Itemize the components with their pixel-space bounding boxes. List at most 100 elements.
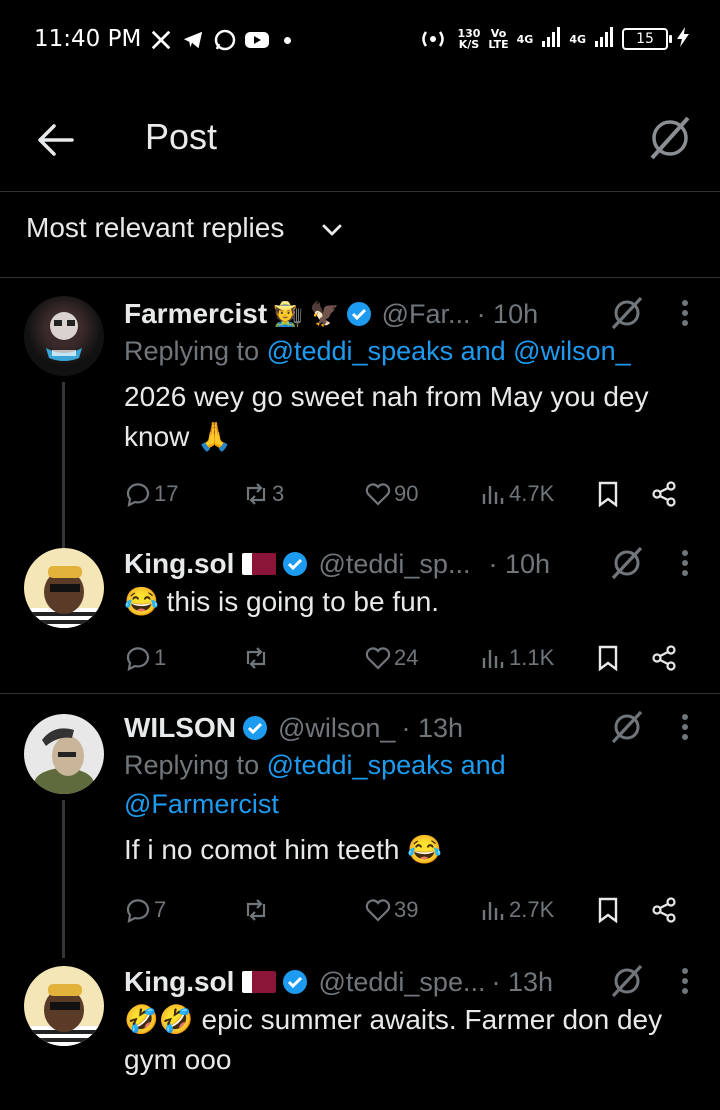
repost-icon: [246, 899, 266, 921]
replying-to: Replying to @teddi_speaks and @Farmercist: [124, 750, 506, 819]
like-button[interactable]: 39: [364, 890, 418, 930]
reply-button[interactable]: 1: [124, 638, 166, 678]
verified-icon: [346, 302, 371, 326]
repost-button[interactable]: [242, 890, 272, 930]
grok-icon[interactable]: [608, 546, 646, 580]
view-count: 1.1K: [509, 645, 555, 670]
share-icon: [652, 481, 676, 507]
mention-link[interactable]: @teddi_speaks and: [267, 750, 506, 780]
share-button[interactable]: [650, 638, 678, 678]
repost-icon: [246, 647, 266, 669]
user-handle[interactable]: @wilson_: [278, 713, 395, 744]
share-button[interactable]: [650, 474, 678, 514]
reply-button[interactable]: 7: [124, 890, 166, 930]
post-meta: Farmercist 🧑‍🌾 🦅 @Far... · 10h: [124, 296, 690, 332]
verified-icon: [283, 970, 308, 994]
top-bar: Post: [0, 86, 720, 192]
grok-icon[interactable]: [646, 114, 694, 162]
share-icon: [652, 897, 676, 923]
name-emojis: 🧑‍🌾 🦅: [273, 300, 340, 328]
reply-post[interactable]: King.sol @teddi_spe... · 13h 🤣🤣 epic sum…: [0, 954, 720, 1110]
signal-icon-1: [541, 26, 561, 52]
like-button[interactable]: 90: [364, 474, 418, 514]
action-bar: 1 24 1.1K: [124, 638, 680, 678]
views-button[interactable]: 1.1K: [479, 638, 554, 678]
verified-icon: [243, 716, 267, 740]
charging-icon: [676, 26, 690, 52]
signal-icon-2: [594, 26, 614, 52]
reply-post[interactable]: King.sol @teddi_sp... · 10h 😂 this is go…: [0, 538, 720, 693]
bookmark-icon: [598, 481, 618, 508]
user-handle[interactable]: @Far...: [382, 299, 471, 330]
like-count: 90: [394, 481, 419, 506]
display-name[interactable]: WILSON: [124, 712, 236, 744]
reply-count: 17: [154, 481, 179, 506]
chevron-down-icon: [320, 218, 344, 242]
like-icon: [365, 483, 391, 506]
display-name[interactable]: King.sol: [124, 966, 234, 998]
status-bar: 11:40 PM 130 K/S Vo LTE 4G 4G 15: [0, 0, 720, 80]
reply-icon: [126, 483, 150, 507]
sort-selector[interactable]: Most relevant replies: [0, 192, 720, 278]
repost-icon: [246, 483, 266, 505]
avatar[interactable]: [24, 548, 104, 628]
bookmark-button[interactable]: [594, 638, 622, 678]
reply-icon: [126, 647, 150, 671]
status-time: 11:40 PM: [34, 26, 142, 52]
post-body: King.sol @teddi_sp... · 10h 😂 this is go…: [124, 546, 690, 622]
post-text: 🤣🤣 epic summer awaits. Farmer don dey gy…: [124, 1004, 663, 1075]
post-text: 2026 wey go sweet nah from May you dey k…: [124, 381, 649, 452]
views-button[interactable]: 2.7K: [479, 890, 554, 930]
post-time[interactable]: · 13h: [401, 713, 463, 744]
share-button[interactable]: [650, 890, 678, 930]
mention-link[interactable]: @teddi_speaks and @wilson_: [267, 336, 631, 366]
more-icon[interactable]: [680, 548, 690, 578]
views-button[interactable]: 4.7K: [479, 474, 554, 514]
grok-icon[interactable]: [608, 296, 646, 330]
bookmark-button[interactable]: [594, 474, 622, 514]
grok-icon[interactable]: [608, 964, 646, 998]
views-icon: [482, 902, 504, 920]
like-button[interactable]: 24: [364, 638, 418, 678]
volte-badge: Vo LTE: [488, 27, 509, 51]
display-name[interactable]: Farmercist: [124, 298, 267, 330]
repost-button[interactable]: [242, 638, 272, 678]
net-speed: 130 K/S: [457, 27, 481, 51]
like-icon: [365, 647, 391, 670]
like-icon: [365, 899, 391, 922]
more-icon[interactable]: [680, 966, 690, 996]
more-icon[interactable]: [680, 298, 690, 328]
reply-post[interactable]: WILSON @wilson_ · 13h Replying to @teddi…: [0, 694, 720, 958]
post-meta: King.sol @teddi_sp... · 10h: [124, 546, 690, 582]
network-type-1: 4G: [516, 32, 534, 46]
verified-icon: [283, 552, 308, 576]
notification-icons: [148, 28, 291, 52]
back-arrow-icon[interactable]: [34, 118, 78, 162]
repost-count: 3: [272, 481, 285, 506]
repost-button[interactable]: 3: [242, 474, 284, 514]
grok-icon[interactable]: [608, 710, 646, 744]
post-body: King.sol @teddi_spe... · 13h 🤣🤣 epic sum…: [124, 964, 690, 1080]
x-app-icon: [148, 28, 174, 52]
display-name[interactable]: King.sol: [124, 548, 234, 580]
page-title: Post: [145, 116, 218, 157]
views-icon: [482, 650, 504, 668]
post-time[interactable]: · 10h: [477, 299, 539, 330]
avatar[interactable]: [24, 296, 104, 376]
mention-link[interactable]: @Farmercist: [124, 789, 279, 819]
reply-button[interactable]: 17: [124, 474, 178, 514]
post-body: WILSON @wilson_ · 13h Replying to @teddi…: [124, 710, 690, 870]
reply-post[interactable]: Farmercist 🧑‍🌾 🦅 @Far... · 10h Replying …: [0, 278, 720, 548]
avatar[interactable]: [24, 714, 104, 794]
bookmark-button[interactable]: [594, 890, 622, 930]
post-time[interactable]: · 10h: [488, 549, 550, 580]
avatar[interactable]: [24, 966, 104, 1046]
user-handle[interactable]: @teddi_spe...: [318, 967, 485, 998]
replying-to: Replying to @teddi_speaks and @wilson_: [124, 336, 631, 366]
action-bar: 7 39 2.7K: [124, 890, 680, 930]
action-bar: 17 3 90 4.7K: [124, 474, 680, 514]
user-handle[interactable]: @teddi_sp...: [318, 549, 470, 580]
more-icon[interactable]: [680, 712, 690, 742]
post-time[interactable]: · 13h: [491, 967, 553, 998]
qatar-flag-icon: [242, 553, 277, 575]
